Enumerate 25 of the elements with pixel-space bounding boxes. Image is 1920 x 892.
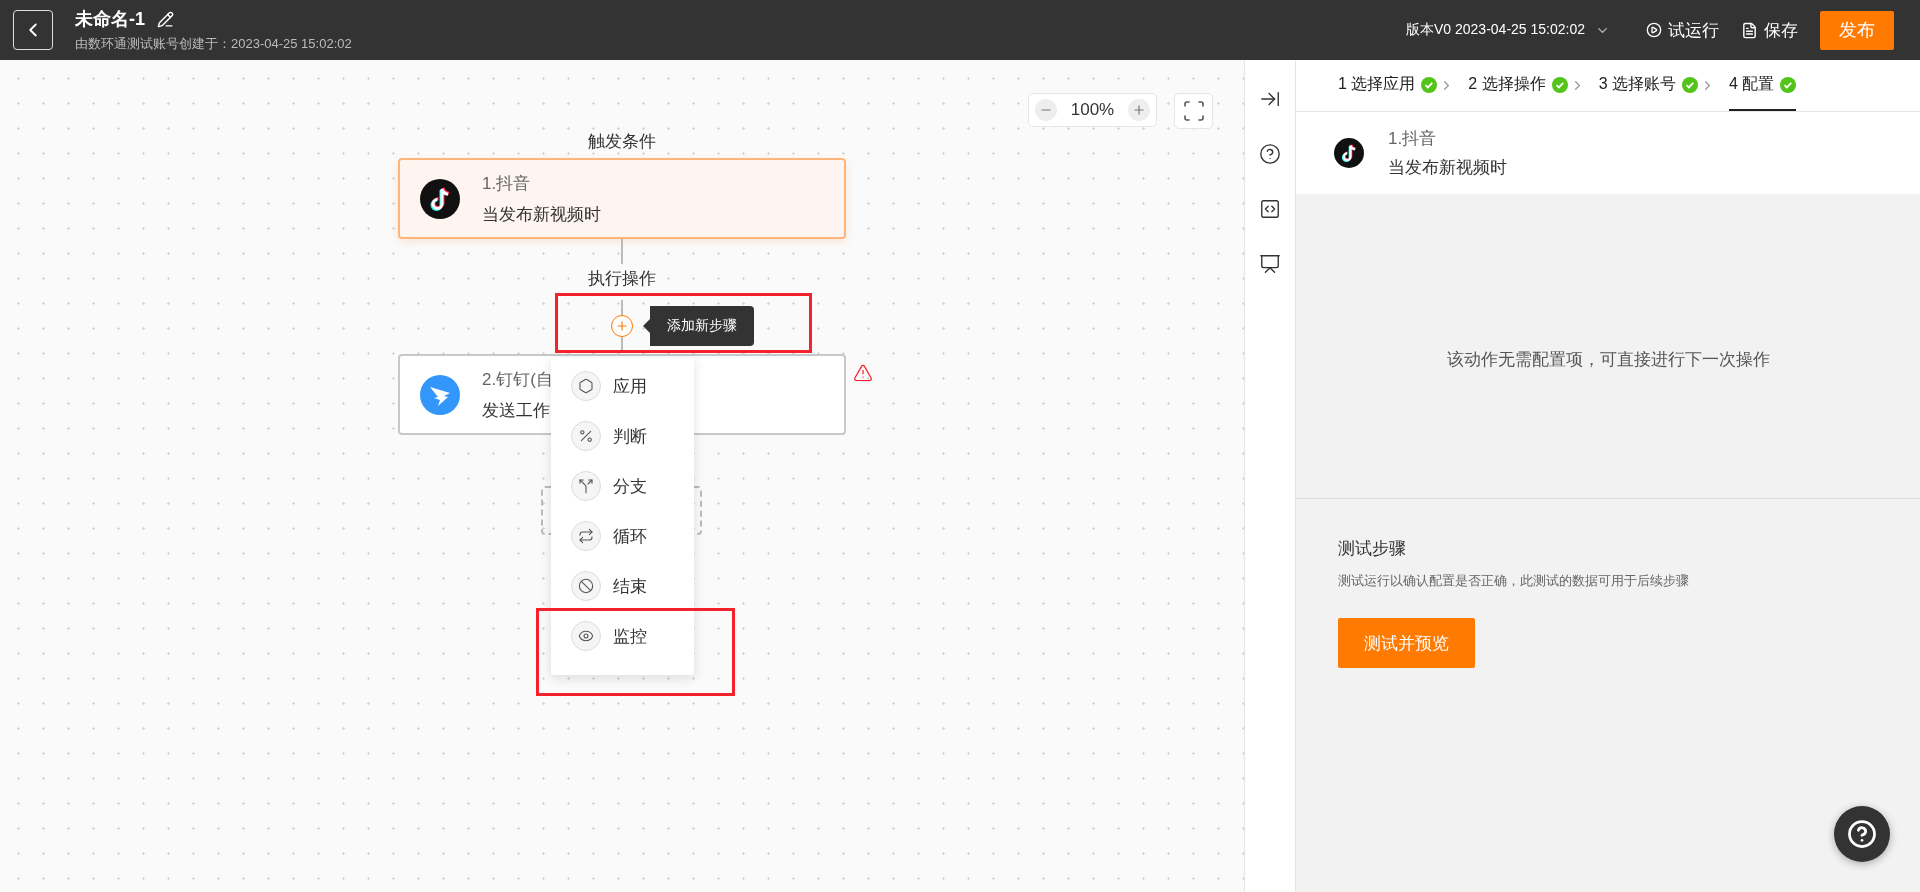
step-label: 4 配置 — [1729, 74, 1775, 94]
menu-item-label: 分支 — [613, 475, 647, 498]
menu-item-label: 判断 — [613, 425, 647, 448]
test-title: 测试步骤 — [1338, 538, 1407, 560]
step-label: 1 选择应用 — [1338, 74, 1416, 94]
workflow-title: 未命名-1 — [75, 8, 145, 31]
zoom-level: 100% — [1070, 100, 1115, 120]
menu-item-label: 监控 — [613, 625, 647, 648]
node-title: 1.抖音 — [482, 172, 532, 195]
trigger-title: 1.抖音 — [1388, 128, 1438, 150]
step-label: 2 选择操作 — [1468, 74, 1546, 94]
node-subtitle: 当发布新视频时 — [482, 203, 601, 226]
created-info: 由数环通测试账号创建于：2023-04-25 15:02:02 — [75, 35, 352, 53]
empty-config-message: 该动作无需配置项，可直接进行下一次操作 — [1446, 349, 1770, 371]
menu-item-label: 应用 — [613, 375, 647, 398]
node-subtitle: 发送工作 — [482, 399, 551, 422]
section-label: 执行操作 — [587, 268, 657, 290]
menu-item-label: 结束 — [613, 575, 647, 598]
test-description: 测试运行以确认配置是否正确，此测试的数据可用于后续步骤 — [1338, 572, 1690, 590]
section-label: 触发条件 — [587, 131, 657, 153]
node-title: 2.钉钉(自 — [482, 368, 553, 391]
menu-item-label: 循环 — [613, 525, 647, 548]
tooltip: 添加新步骤 — [643, 306, 754, 346]
trigger-subtitle: 当发布新视频时 — [1388, 157, 1507, 179]
step-label: 3 选择账号 — [1598, 74, 1677, 94]
